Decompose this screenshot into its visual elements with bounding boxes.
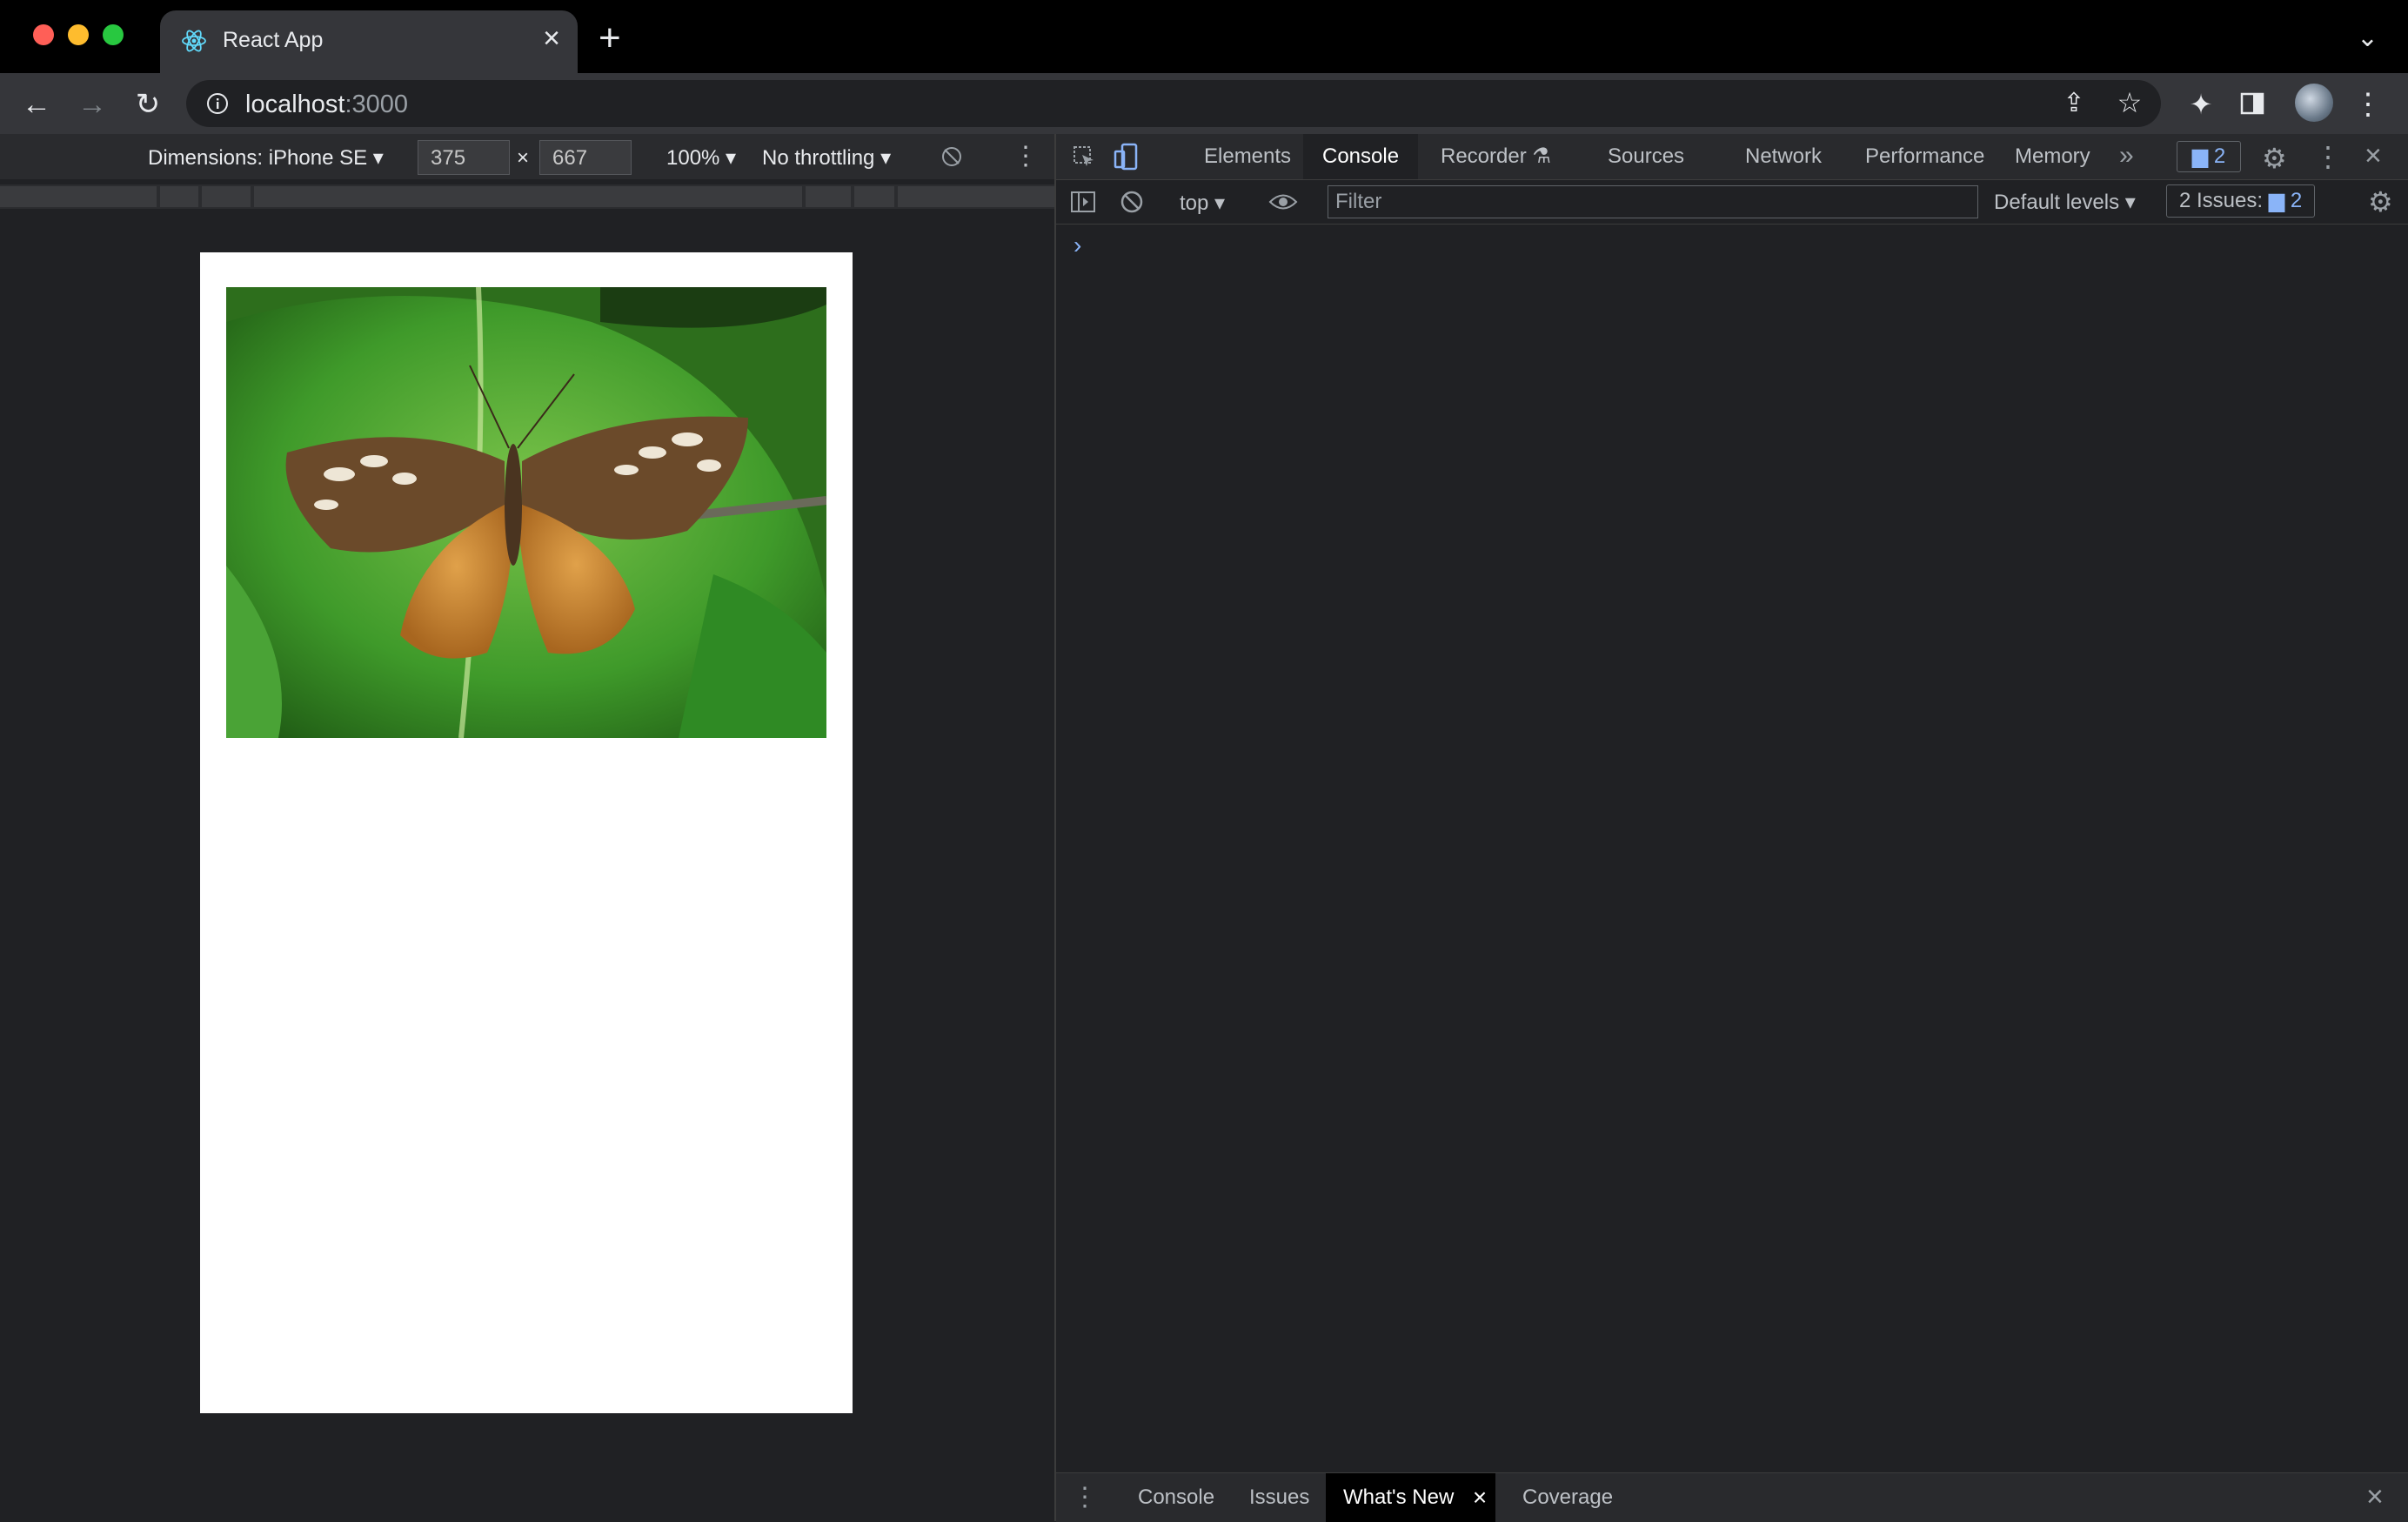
maximize-window-button[interactable]	[103, 24, 124, 45]
tab-strip: React App × + ⌄	[0, 0, 2408, 73]
times-label: ×	[517, 146, 530, 170]
device-toolbar-icon[interactable]	[1114, 143, 1140, 171]
gear-icon[interactable]: ⚙	[2262, 142, 2287, 175]
devtools-drawer: ⋮ Console Issues What's New × Coverage ×	[1056, 1472, 2408, 1522]
tab-title: React App	[223, 28, 324, 52]
address-bar[interactable]: localhost:3000 ⇪ ☆	[186, 80, 2161, 127]
close-tab-icon[interactable]: ×	[1473, 1473, 1487, 1522]
tab-performance[interactable]: Performance	[1846, 134, 2003, 179]
sidebar-toggle-icon[interactable]	[1070, 191, 1096, 213]
avatar[interactable]	[2295, 84, 2333, 122]
console-settings-icon[interactable]: ⚙	[2368, 185, 2393, 218]
new-tab-icon[interactable]: +	[599, 19, 621, 57]
tab-sources[interactable]: Sources	[1589, 134, 1703, 179]
devtools-panel: Elements Console Recorder ⚗ Sources Netw…	[1056, 134, 2408, 1522]
device-select[interactable]: Dimensions: iPhone SE ▾	[148, 145, 384, 171]
more-tabs-icon[interactable]: »	[2119, 141, 2134, 171]
width-input[interactable]: 375	[418, 140, 510, 175]
filter-input[interactable]: Filter	[1328, 185, 1978, 218]
forward-icon[interactable]: →	[75, 87, 110, 122]
close-tab-icon[interactable]: ×	[543, 21, 560, 56]
drawer-menu-icon[interactable]: ⋮	[1072, 1482, 1098, 1512]
emulated-screen	[200, 252, 853, 1413]
issues-badge[interactable]: ▆ 2	[2177, 141, 2241, 172]
drawer-tab-coverage[interactable]: Coverage	[1505, 1473, 1630, 1522]
reload-icon[interactable]: ↻	[130, 87, 165, 122]
flask-icon: ⚗	[1532, 144, 1551, 168]
side-panel-icon[interactable]	[2239, 91, 2265, 117]
drawer-tab-whats-new[interactable]: What's New ×	[1326, 1473, 1496, 1522]
log-levels-select[interactable]: Default levels ▾	[1994, 190, 2136, 215]
close-drawer-icon[interactable]: ×	[2366, 1480, 2384, 1514]
extensions-icon[interactable]: ✦	[2184, 87, 2218, 122]
clear-console-icon[interactable]	[1119, 189, 1145, 215]
drawer-tab-console[interactable]: Console	[1120, 1473, 1232, 1522]
tab-recorder[interactable]: Recorder ⚗	[1421, 134, 1570, 179]
tab-memory[interactable]: Memory	[1996, 134, 2110, 179]
star-icon[interactable]: ☆	[2112, 85, 2147, 120]
tab-network[interactable]: Network	[1726, 134, 1841, 179]
eye-icon[interactable]	[1268, 192, 1298, 211]
more-vert-icon[interactable]: ⋮	[2351, 87, 2385, 122]
inspect-element-icon[interactable]	[1072, 144, 1096, 169]
issues-button[interactable]: 2 Issues: ▆ 2	[2166, 184, 2316, 218]
back-icon[interactable]: ←	[19, 87, 54, 122]
info-icon[interactable]	[205, 91, 230, 116]
chevron-down-icon[interactable]: ⌄	[2357, 23, 2378, 53]
more-vert-icon[interactable]: ⋮	[2314, 140, 2342, 173]
react-icon	[182, 30, 206, 52]
console-toolbar: top ▾ Filter Default levels ▾ 2 Issues: …	[1056, 180, 2408, 225]
url-text[interactable]: localhost:3000	[245, 91, 408, 119]
tab-console[interactable]: Console	[1303, 134, 1419, 179]
share-icon[interactable]: ⇪	[2057, 85, 2091, 120]
zoom-select[interactable]: 100% ▾	[666, 145, 736, 171]
tab-elements[interactable]: Elements	[1185, 134, 1310, 179]
minimize-window-button[interactable]	[68, 24, 89, 45]
context-select[interactable]: top ▾	[1180, 191, 1225, 216]
browser-toolbar: ← → ↻ localhost:3000 ⇪ ☆ ✦ ⋮	[0, 73, 2408, 134]
close-window-button[interactable]	[33, 24, 54, 45]
close-devtools-icon[interactable]: ×	[2365, 139, 2382, 173]
device-toolbar: Dimensions: iPhone SE ▾ 375 × 667 100% ▾…	[0, 134, 1054, 179]
browser-tab[interactable]: React App ×	[160, 10, 578, 73]
throttling-select[interactable]: No throttling ▾	[762, 145, 891, 171]
console-prompt[interactable]: ›	[1074, 231, 1081, 259]
drawer-tab-issues[interactable]: Issues	[1232, 1473, 1327, 1522]
more-vert-icon[interactable]: ⋮	[1013, 141, 1039, 171]
media-query-bar[interactable]	[0, 184, 1054, 209]
rotate-icon[interactable]	[940, 144, 964, 169]
butterfly-photo	[226, 287, 826, 738]
device-viewport-panel: Dimensions: iPhone SE ▾ 375 × 667 100% ▾…	[0, 134, 1056, 1521]
devtools-tabbar: Elements Console Recorder ⚗ Sources Netw…	[1056, 134, 2408, 180]
height-input[interactable]: 667	[539, 140, 632, 175]
